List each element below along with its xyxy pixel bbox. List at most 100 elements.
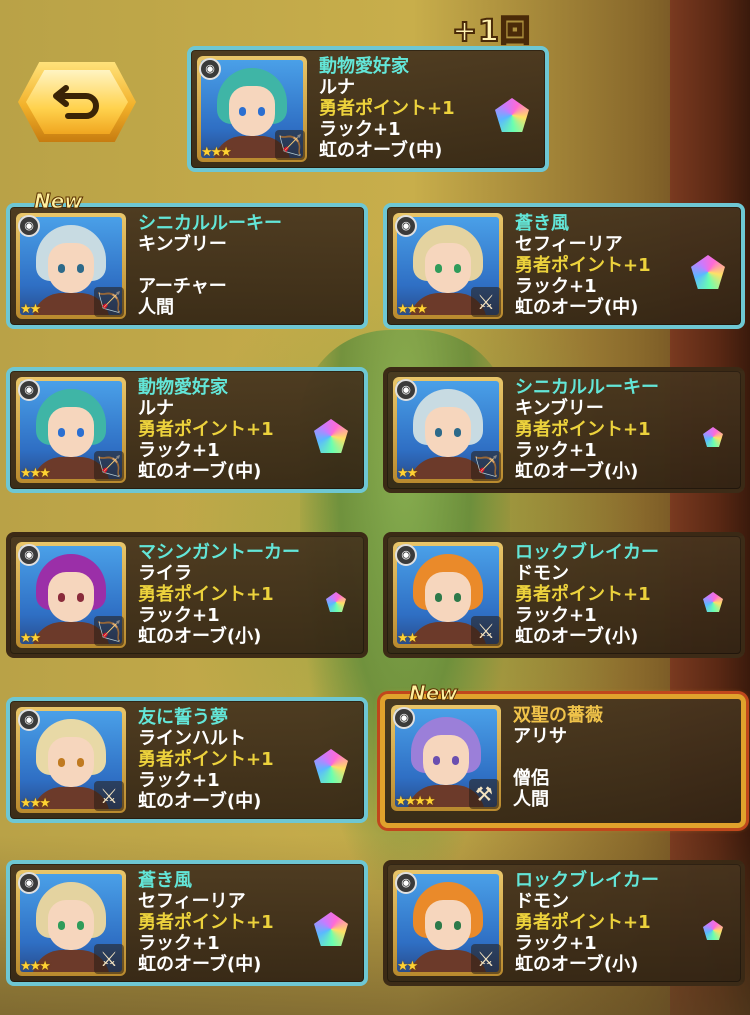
bonus-count-label: +1回 (451, 13, 532, 50)
detail-line-1: 僧侶 (513, 768, 549, 789)
class-badge-icon: ◉ (395, 544, 417, 566)
character-portrait[interactable]: ◉ ⚔ ★★★ (16, 870, 126, 976)
hero-points-text: 勇者ポイント+1 (515, 584, 651, 605)
hero-points-text (138, 255, 324, 276)
class-badge-icon: ◉ (18, 709, 40, 731)
detail-line-2: 虹のオーブ(小) (515, 461, 639, 482)
character-name: ラインハルト (138, 728, 246, 749)
character-portrait[interactable]: ◉ ⚔ ★★ (393, 542, 503, 648)
character-info: ロックブレイカー ドモン 勇者ポイント+1 ラック+1 虹のオーブ(小) (515, 870, 701, 975)
detail-line-1: ラック+1 (515, 605, 597, 626)
sword-icon: ⚔ (94, 781, 124, 811)
character-info: シニカルルーキー キンブリー アーチャー 人間 (138, 213, 324, 318)
character-portrait[interactable]: ◉ 🏹 ★★ (16, 213, 126, 319)
character-title: 動物愛好家 (138, 377, 228, 398)
rarity-stars: ★★ (397, 466, 418, 481)
character-card[interactable]: ◉ ⚔ ★★★ 友に誓う夢 ラインハルト 勇者ポイント+1 ラック+1 虹のオーブ(中) (6, 697, 368, 823)
detail-line-2: 虹のオーブ(小) (138, 626, 262, 647)
hero-points-text: 勇者ポイント+1 (319, 98, 455, 119)
character-card[interactable]: New ◉ 🏹 ★★ シニカルルーキー キンブリー アーチャー 人間 (6, 189, 368, 329)
character-card[interactable]: ◉ ⚔ ★★ ロックブレイカー ドモン 勇者ポイント+1 ラック+1 虹のオーブ(小) (383, 532, 745, 658)
character-info: 双聖の薔薇 アリサ 僧侶 人間 (513, 705, 701, 810)
character-info: 動物愛好家 ルナ 勇者ポイント+1 ラック+1 虹のオーブ(中) (138, 377, 324, 482)
character-portrait[interactable]: ◉ 🏹 ★★★ (197, 56, 307, 162)
class-badge-icon: ◉ (18, 215, 40, 237)
class-badge-icon: ◉ (18, 379, 40, 401)
rarity-stars: ★★★ (20, 959, 51, 974)
bow-icon: 🏹 (94, 616, 124, 646)
character-card[interactable]: ◉ ⚔ ★★ ロックブレイカー ドモン 勇者ポイント+1 ラック+1 虹のオーブ(小) (383, 860, 745, 986)
hero-points-text: 勇者ポイント+1 (515, 912, 651, 933)
character-title: 蒼き風 (515, 213, 569, 234)
hero-points-text (513, 747, 701, 768)
sword-icon: ⚔ (471, 287, 501, 317)
character-name: キンブリー (138, 234, 227, 255)
rarity-stars: ★★ (20, 631, 41, 646)
character-title: 友に誓う夢 (138, 707, 228, 728)
character-portrait[interactable]: ◉ 🏹 ★★ (16, 542, 126, 648)
character-portrait[interactable]: ◉ 🏹 ★★ (393, 377, 503, 483)
detail-line-2: 虹のオーブ(小) (515, 626, 639, 647)
character-portrait[interactable]: ◉ ⚔ ★★★ (393, 213, 503, 319)
bow-icon: 🏹 (94, 287, 124, 317)
back-button[interactable] (18, 62, 136, 142)
character-portrait[interactable]: ◉ ⚔ ★★★ (16, 707, 126, 813)
detail-line-2: 虹のオーブ(中) (138, 791, 262, 812)
bow-icon: 🏹 (275, 130, 305, 160)
rainbow-orb-icon (703, 920, 723, 940)
character-title: 双聖の薔薇 (513, 705, 603, 726)
character-portrait[interactable]: ◉ ⚔ ★★ (393, 870, 503, 976)
character-info: 友に誓う夢 ラインハルト 勇者ポイント+1 ラック+1 虹のオーブ(中) (138, 707, 324, 812)
character-portrait[interactable]: ◉ ⚒ ★★★★ (391, 705, 501, 811)
class-badge-icon: ◉ (393, 707, 415, 729)
rarity-stars: ★★★ (201, 145, 232, 160)
class-badge-icon: ◉ (395, 379, 417, 401)
character-name: ルナ (319, 77, 355, 98)
detail-line-1: ラック+1 (138, 605, 220, 626)
bow-icon: 🏹 (471, 451, 501, 481)
detail-line-2: 人間 (513, 789, 549, 810)
rarity-stars: ★★★ (20, 466, 51, 481)
detail-line-1: ラック+1 (515, 933, 597, 954)
rarity-stars: ★★ (397, 631, 418, 646)
class-badge-icon: ◉ (18, 872, 40, 894)
character-name: ドモン (515, 891, 569, 912)
character-card[interactable]: ◉ ⚔ ★★★ 蒼き風 セフィーリア 勇者ポイント+1 ラック+1 虹のオーブ(中) (6, 860, 368, 986)
character-card[interactable]: ◉ 🏹 ★★ マシンガントーカー ライラ 勇者ポイント+1 ラック+1 虹のオーブ(小) (6, 532, 368, 658)
character-card[interactable]: ◉ 🏹 ★★★ 動物愛好家 ルナ 勇者ポイント+1 ラック+1 虹のオーブ(中) (6, 367, 368, 493)
detail-line-1: ラック+1 (138, 933, 220, 954)
character-card[interactable]: New ◉ ⚒ ★★★★ 双聖の薔薇 アリサ 僧侶 人間 (380, 681, 746, 828)
character-name: ドモン (515, 563, 569, 584)
detail-line-2: 虹のオーブ(小) (515, 954, 639, 975)
rainbow-orb-icon (703, 592, 723, 612)
rarity-stars: ★★ (20, 302, 41, 317)
rarity-stars: ★★ (397, 959, 418, 974)
detail-line-2: 虹のオーブ(中) (138, 461, 262, 482)
bow-icon: 🏹 (94, 451, 124, 481)
rarity-stars: ★★★ (397, 302, 428, 317)
character-name: ライラ (138, 563, 192, 584)
sword-icon: ⚔ (471, 944, 501, 974)
character-title: ロックブレイカー (515, 542, 659, 563)
sword-icon: ⚔ (471, 616, 501, 646)
character-title: シニカルルーキー (515, 377, 659, 398)
character-card[interactable]: ◉ 🏹 ★★★ 動物愛好家 ルナ 勇者ポイント+1 ラック+1 虹のオーブ(中) (187, 46, 549, 172)
character-title: 動物愛好家 (319, 56, 409, 77)
return-arrow-icon (53, 85, 99, 119)
character-info: シニカルルーキー キンブリー 勇者ポイント+1 ラック+1 虹のオーブ(小) (515, 377, 701, 482)
character-portrait[interactable]: ◉ 🏹 ★★★ (16, 377, 126, 483)
detail-line-2: 虹のオーブ(中) (515, 297, 639, 318)
character-card[interactable]: ◉ ⚔ ★★★ 蒼き風 セフィーリア 勇者ポイント+1 ラック+1 虹のオーブ(中) (383, 203, 745, 329)
character-name: セフィーリア (515, 234, 623, 255)
detail-line-2: 虹のオーブ(中) (138, 954, 262, 975)
character-name: キンブリー (515, 398, 604, 419)
rarity-stars: ★★★★ (395, 794, 436, 809)
detail-line-1: ラック+1 (515, 440, 597, 461)
character-card[interactable]: ◉ 🏹 ★★ シニカルルーキー キンブリー 勇者ポイント+1 ラック+1 虹のオーブ(小) (383, 367, 745, 493)
rainbow-orb-icon (703, 427, 723, 447)
rainbow-orb-icon (326, 592, 346, 612)
rarity-stars: ★★★ (20, 796, 51, 811)
new-badge: New (34, 189, 84, 214)
character-title: ロックブレイカー (515, 870, 659, 891)
character-title: シニカルルーキー (138, 213, 282, 234)
